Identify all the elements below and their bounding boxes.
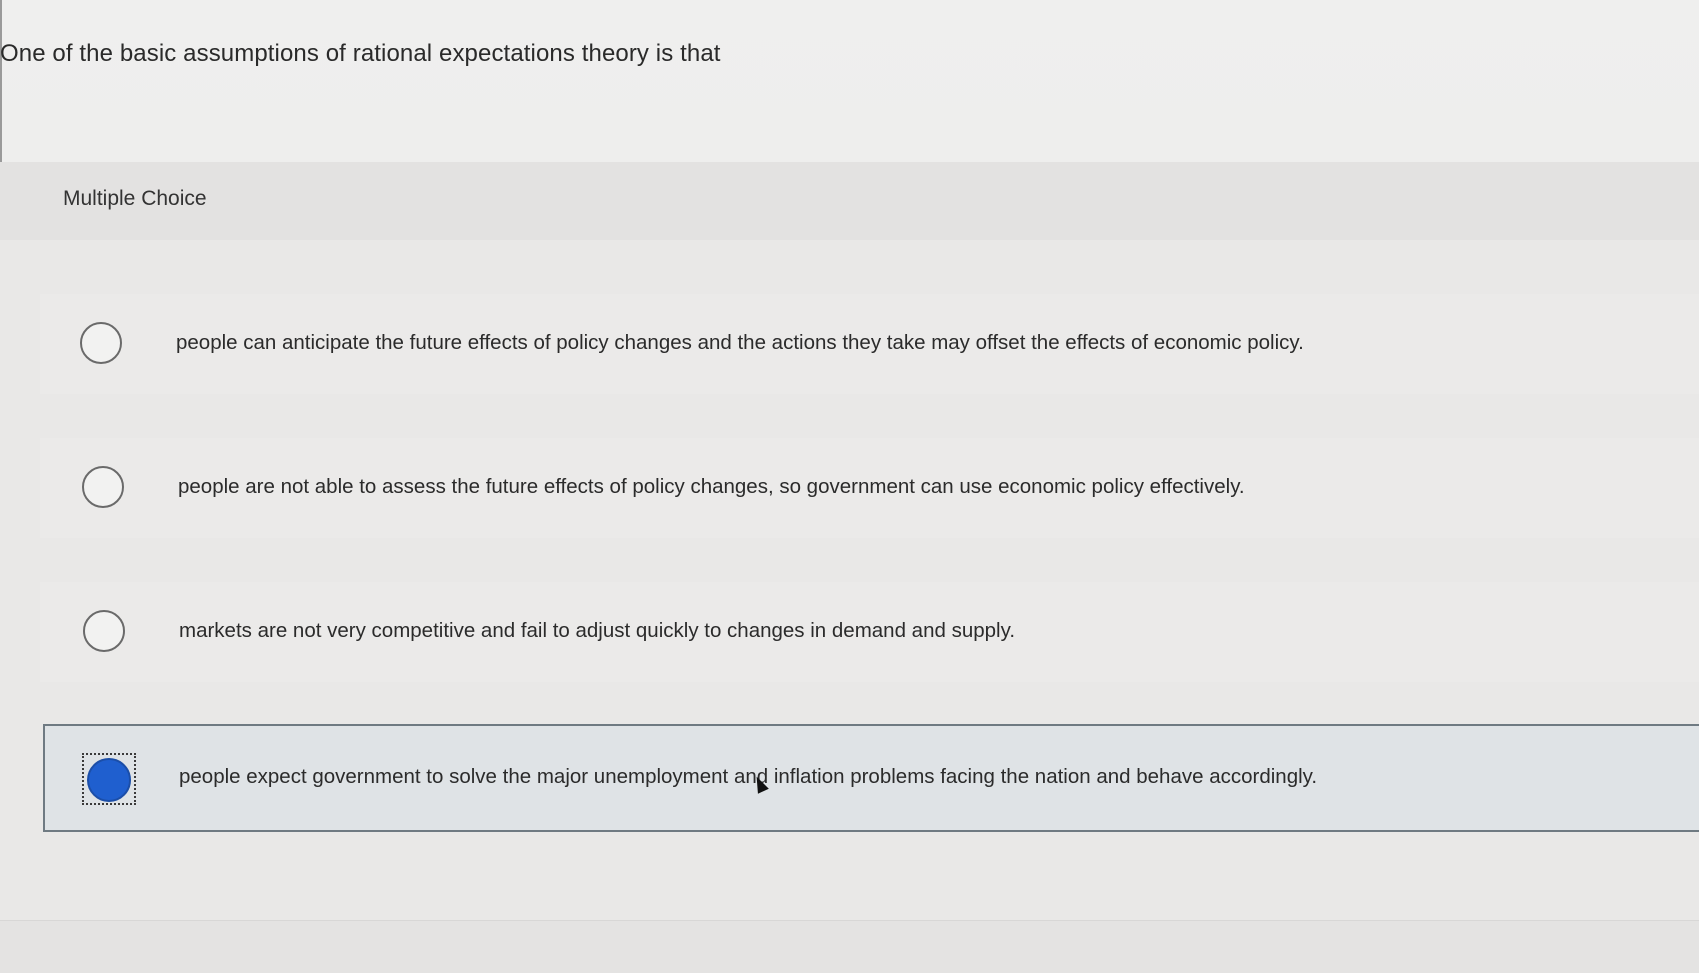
question-prompt: One of the basic assumptions of rational… <box>0 40 721 67</box>
radio-button-2[interactable] <box>82 466 124 508</box>
quiz-page: One of the basic assumptions of rational… <box>0 0 1699 973</box>
page-footer-band <box>0 920 1699 973</box>
question-type-label: Multiple Choice <box>63 187 207 210</box>
radio-button-3[interactable] <box>83 610 125 652</box>
answer-option-3[interactable]: markets are not very competitive and fai… <box>40 582 1699 682</box>
radio-button-1[interactable] <box>80 322 122 364</box>
radio-button-4-selected[interactable] <box>87 758 131 802</box>
answer-option-2-text: people are not able to assess the future… <box>178 475 1245 498</box>
question-type-header <box>0 162 1699 240</box>
answer-option-4-text: people expect government to solve the ma… <box>179 765 1318 788</box>
answer-option-4[interactable]: people expect government to solve the ma… <box>43 724 1699 832</box>
answer-option-3-text: markets are not very competitive and fai… <box>179 619 1016 642</box>
answer-option-1[interactable]: people can anticipate the future effects… <box>40 294 1699 394</box>
answer-option-2[interactable]: people are not able to assess the future… <box>40 438 1699 538</box>
answer-option-1-text: people can anticipate the future effects… <box>176 331 1304 354</box>
